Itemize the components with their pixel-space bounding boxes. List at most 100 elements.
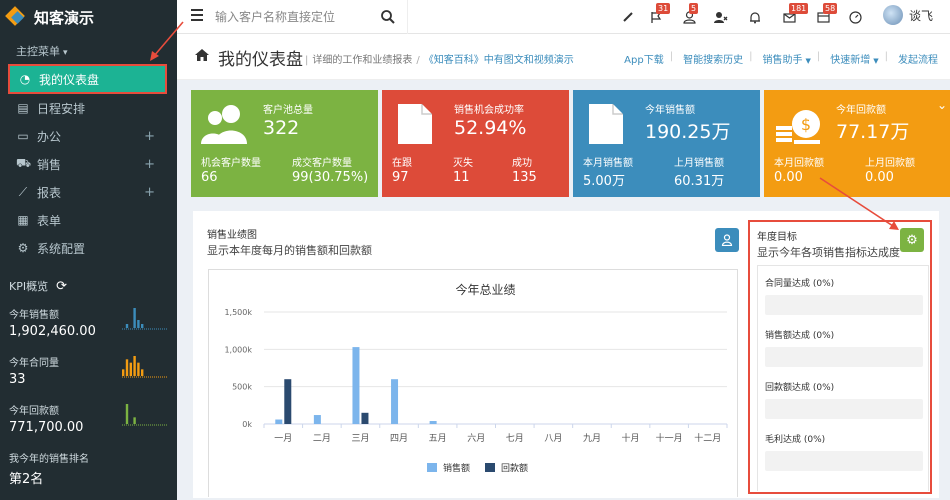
sidebar-item-label: 日程安排 <box>37 101 86 116</box>
page-header: 我的仪表盘 | 详细的工作和业绩报表 / 《知客百科》中有图文和视频演示 App下载 |… <box>177 34 950 80</box>
goal-title: 年度目标 <box>757 232 797 243</box>
collapse-chevron-icon[interactable]: ⌄ <box>937 98 947 112</box>
pen-icon[interactable] <box>619 8 637 26</box>
expand-plus-icon[interactable]: + <box>144 157 155 172</box>
info-box-value: 322 <box>263 117 300 139</box>
sidebar-item-2[interactable]: ▭ 办公 + <box>0 122 177 150</box>
sidebar-item-3[interactable]: ⛟ 销售 + <box>0 150 177 178</box>
goal-progress-bar <box>765 347 923 367</box>
legend-label: 销售额 <box>443 462 470 474</box>
header-link[interactable]: 快速新增 ▼ <box>830 51 878 66</box>
info-box-subvalue: 11 <box>453 170 470 185</box>
goal-progress-bar <box>765 399 923 419</box>
user-icon <box>721 234 733 246</box>
header-link[interactable]: App下载 <box>624 51 664 66</box>
logo[interactable]: 知客演示 <box>0 0 177 34</box>
sidebar-item-label: 系统配置 <box>37 241 86 256</box>
customer-search-input[interactable] <box>215 6 395 28</box>
info-box-1[interactable]: 销售机会成功率 52.94% 在跟 97 灭失 11 成功 135 <box>382 90 569 197</box>
info-box-2[interactable]: 今年销售额 190.25万 本月销售额 5.00万 上月销售额 60.31万 <box>573 90 760 197</box>
calendar-badge: 58 <box>823 3 838 14</box>
x-tick-label: 一月 <box>274 433 292 444</box>
bar-销售额 <box>429 421 437 424</box>
header-links: App下载 | 智能搜索历史 | 销售助手 ▼ | 快速新增 ▼ | 发起流程 <box>624 51 938 66</box>
kpi-item: 今年销售额 1,902,460.00 <box>0 296 177 344</box>
info-box-sublabel: 机会客户数量 <box>201 158 261 169</box>
mail-badge: 181 <box>789 3 809 14</box>
spark-bar <box>125 359 129 376</box>
search-icon[interactable] <box>380 9 396 25</box>
annual-goal-panel: 年度目标 显示今年各项销售指标达成度 ⚙ 合同量达成 (0%) 销售额达成 (0%… <box>748 220 932 494</box>
calendar-icon: ▤ <box>17 101 29 115</box>
sidebar-item-5[interactable]: ▦ 表单 <box>0 206 177 234</box>
info-box-3[interactable]: $ 今年回款额 77.17万 本月回款额 0.00 上月回款额 0.00 ⌄ <box>764 90 950 197</box>
document-icon <box>392 102 442 146</box>
header-link[interactable]: 销售助手 ▼ <box>762 51 810 66</box>
kpi-sparkline <box>122 404 168 426</box>
panel-subtitle: 显示本年度每月的销售额和回款额 <box>207 244 372 257</box>
wiki-link[interactable]: 《知客百科》中有图文和视频演示 <box>424 55 574 66</box>
y-tick-label: 0k <box>242 420 252 429</box>
kpi-value: 第2名 <box>9 472 44 487</box>
menu-header-label: 主控菜单 <box>16 45 60 58</box>
expand-plus-icon[interactable]: + <box>144 129 155 144</box>
calendar-icon[interactable]: 58 <box>814 3 838 26</box>
sidebar-item-1[interactable]: ▤ 日程安排 <box>0 94 177 122</box>
sidebar-item-0[interactable]: ◔ 我的仪表盘 <box>8 64 167 94</box>
spark-bar <box>137 362 140 376</box>
menu-toggle-icon[interactable] <box>191 9 203 24</box>
spark-bar <box>141 369 144 376</box>
goal-item: 合同量达成 (0%) <box>765 276 923 315</box>
goal-progress-bar <box>765 295 923 315</box>
kpi-item: 我今年的销售排名 第2名 <box>0 440 177 488</box>
goal-label: 销售额达成 (0%) <box>765 331 835 341</box>
info-box-subvalue: 5.00万 <box>583 174 625 189</box>
kpi-sparkline <box>122 356 168 378</box>
spark-bar <box>133 356 136 376</box>
dashboard-gauge-icon[interactable] <box>846 8 864 26</box>
menu-header[interactable]: 主控菜单 ▾ <box>0 34 177 64</box>
info-box-subvalue: 0.00 <box>865 170 894 185</box>
info-box-0[interactable]: 客户池总量 322 机会客户数量 66 成交客户数量 99(30.75%) <box>191 90 378 197</box>
user-menu[interactable]: 谈飞 <box>883 5 933 25</box>
header-link[interactable]: 智能搜索历史 <box>683 51 743 66</box>
info-box-value: 190.25万 <box>645 121 731 143</box>
user-icon[interactable]: 5 <box>680 3 699 26</box>
goal-settings-button[interactable]: ⚙ <box>900 228 924 252</box>
mail-icon[interactable]: 181 <box>780 3 809 26</box>
info-box-subvalue: 99(30.75%) <box>292 170 369 185</box>
info-box-value: 52.94% <box>454 117 527 139</box>
kpi-item: 今年合同量 33 <box>0 344 177 392</box>
header-link[interactable]: 发起流程 <box>898 51 938 66</box>
x-tick-label: 九月 <box>583 433 601 444</box>
kpi-header-label: KPI概览 <box>9 280 49 293</box>
bell-icon[interactable] <box>746 8 764 26</box>
gear-icon: ⚙ <box>17 241 29 255</box>
y-tick-label: 1,500k <box>224 308 252 317</box>
x-tick-label: 六月 <box>467 432 485 444</box>
page-desc-text: 详细的工作和业绩报表 <box>312 55 413 66</box>
user-filter-button[interactable] <box>715 228 739 252</box>
chevron-down-icon: ▾ <box>63 48 68 58</box>
users-icon <box>201 102 251 146</box>
refresh-icon[interactable]: ⟳ <box>56 279 67 294</box>
info-box-subvalue: 60.31万 <box>674 174 725 189</box>
user-badge: 5 <box>689 3 699 14</box>
sidebar-item-label: 销售 <box>37 157 62 172</box>
x-tick-label: 四月 <box>390 433 408 444</box>
spark-bar <box>133 417 136 424</box>
app-name: 知客演示 <box>34 8 95 27</box>
bar-销售额 <box>391 379 399 424</box>
goal-item: 毛利达成 (0%) <box>765 432 923 471</box>
goal-progress-bar <box>765 451 923 471</box>
sidebar-item-6[interactable]: ⚙ 系统配置 <box>0 234 177 262</box>
flag-icon[interactable]: 31 <box>647 3 671 26</box>
table-icon: ▦ <box>17 213 29 227</box>
x-tick-label: 八月 <box>544 433 562 444</box>
expand-plus-icon[interactable]: + <box>144 185 155 200</box>
info-box-title: 今年销售额 <box>645 105 695 116</box>
y-tick-label: 1,000k <box>224 345 252 354</box>
sidebar-item-4[interactable]: ⟋ 报表 + <box>0 178 177 206</box>
user-remove-icon[interactable] <box>712 8 730 26</box>
info-box-sublabel: 灭失 <box>453 158 473 169</box>
